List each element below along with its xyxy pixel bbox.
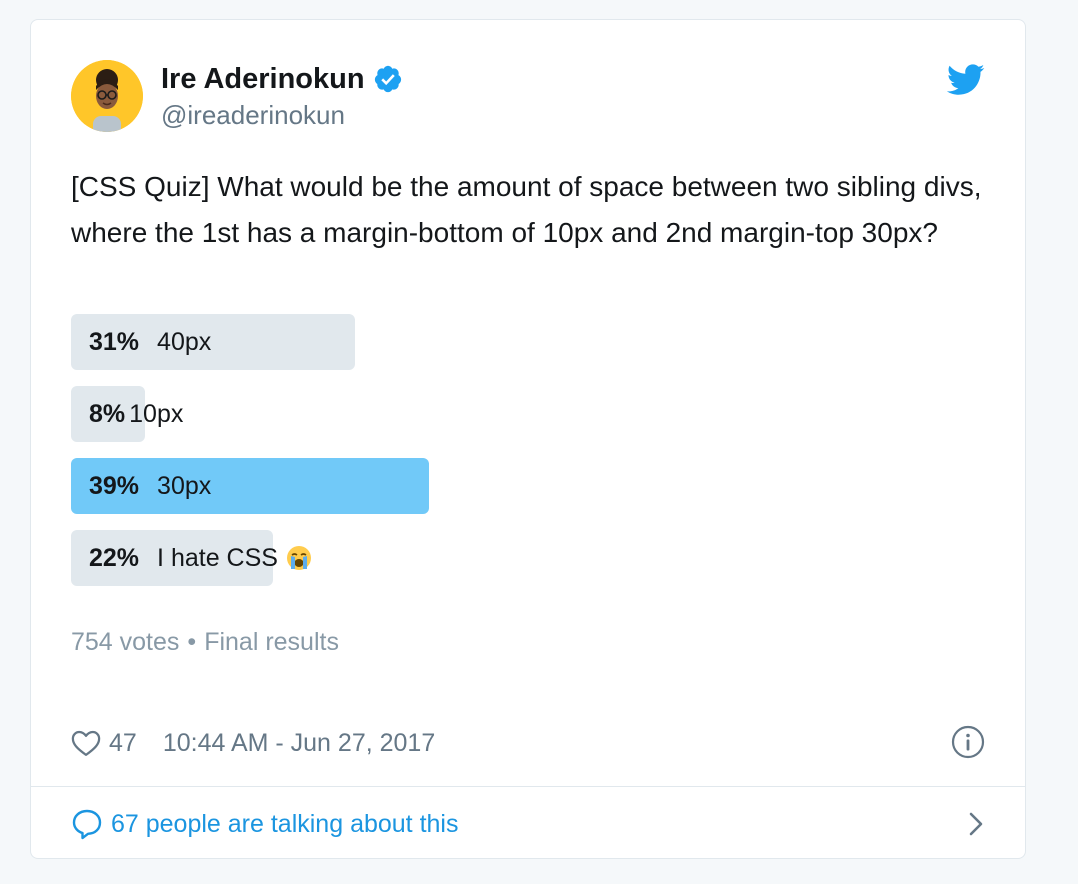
chevron-right-icon[interactable] (967, 810, 985, 838)
poll: 31% 40px 8% 10px 39% 30px 22% I hate CSS (71, 314, 985, 602)
poll-option-label: 10px (129, 399, 184, 428)
tweet-footer: 47 10:44 AM - Jun 27, 2017 (71, 725, 985, 761)
tweet-text: [CSS Quiz] What would be the amount of s… (71, 171, 982, 248)
conversation-link[interactable]: 67 people are talking about this (71, 804, 985, 844)
poll-option-percent: 22% (89, 543, 140, 572)
avatar[interactable] (71, 60, 143, 132)
poll-option: 8% 10px (71, 386, 985, 442)
poll-option-label: 40px (157, 327, 212, 356)
meta-separator: • (187, 628, 197, 656)
poll-option: 39% 30px (71, 458, 985, 514)
poll-vote-count: 754 votes (71, 628, 180, 656)
poll-option-content: 22% I hate CSS (71, 530, 312, 586)
divider (31, 786, 1025, 787)
display-name[interactable]: Ire Aderinokun (161, 61, 365, 97)
crying-face-icon (286, 545, 312, 571)
poll-meta: 754 votes • Final results (71, 625, 339, 659)
author-handle[interactable]: @ireaderinokun (161, 99, 403, 131)
poll-option-percent: 8% (89, 399, 126, 428)
poll-option-content: 8% 10px (71, 386, 183, 442)
poll-option-percent: 31% (89, 327, 140, 356)
poll-option: 31% 40px (71, 314, 985, 370)
verified-badge-icon (373, 64, 403, 94)
tweet-card: Ire Aderinokun @ireaderinokun [CSS Quiz]… (30, 19, 1026, 859)
poll-option-content: 39% 30px (71, 458, 211, 514)
poll-option-label: 30px (157, 471, 212, 500)
speech-bubble-icon (71, 808, 103, 840)
avatar-illustration (71, 60, 143, 132)
poll-option-label: I hate CSS (157, 543, 278, 572)
twitter-bird-icon[interactable] (946, 64, 985, 96)
tweet-header: Ire Aderinokun @ireaderinokun (71, 60, 403, 132)
info-icon[interactable] (951, 725, 985, 759)
tweet-timestamp[interactable]: 10:44 AM - Jun 27, 2017 (163, 729, 435, 758)
like-count[interactable]: 47 (109, 729, 137, 758)
author-names: Ire Aderinokun @ireaderinokun (161, 61, 403, 131)
poll-option: 22% I hate CSS (71, 530, 985, 586)
poll-status: Final results (204, 628, 339, 656)
heart-icon[interactable] (71, 729, 101, 757)
conversation-text[interactable]: 67 people are talking about this (111, 810, 458, 839)
poll-option-content: 31% 40px (71, 314, 211, 370)
poll-option-percent: 39% (89, 471, 140, 500)
name-row: Ire Aderinokun (161, 61, 403, 97)
